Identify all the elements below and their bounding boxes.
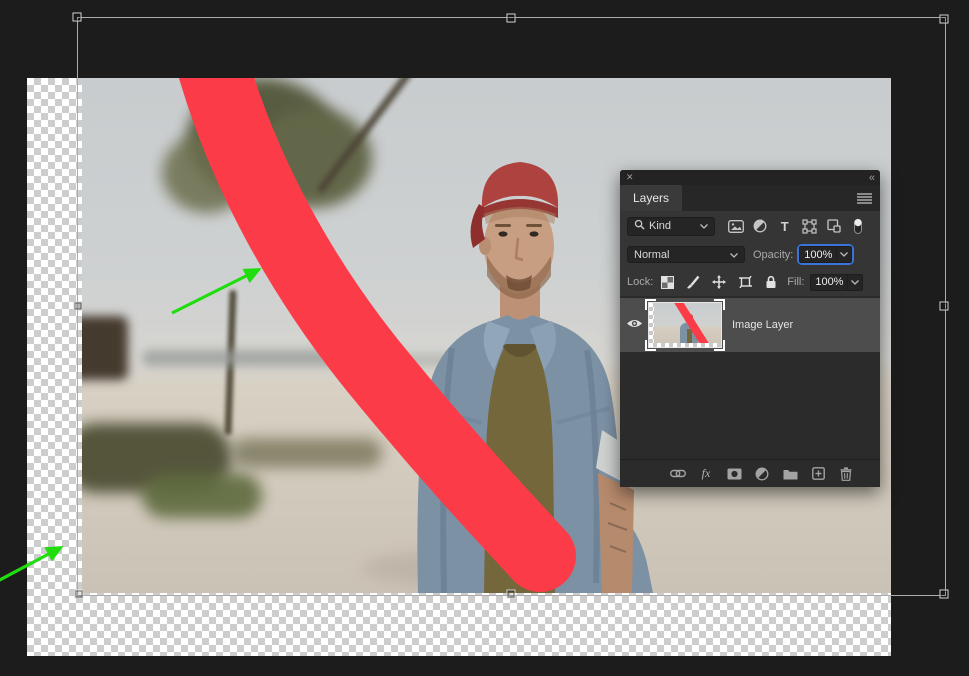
- panel-menu-icon[interactable]: [849, 185, 880, 211]
- selection-bracket: [645, 299, 656, 310]
- lock-artboard-nesting-icon[interactable]: [737, 274, 753, 290]
- transform-handle-top-middle[interactable]: [507, 14, 516, 23]
- tab-layers-label: Layers: [633, 191, 669, 205]
- fill-dropdown-button[interactable]: [848, 274, 863, 291]
- transform-handle-bottom-right[interactable]: [940, 590, 949, 599]
- filter-type-layers-icon[interactable]: T: [775, 216, 795, 236]
- layer-visibility-toggle[interactable]: [620, 318, 648, 332]
- lock-button-group: [659, 274, 779, 290]
- link-layers-icon[interactable]: [670, 466, 686, 482]
- filter-row: Kind T: [620, 211, 880, 241]
- layer-thumbnail-photo: [654, 303, 721, 343]
- transform-handle-right-middle[interactable]: [940, 302, 949, 311]
- tab-layers[interactable]: Layers: [620, 185, 682, 211]
- fill-value: 100%: [815, 276, 843, 288]
- new-group-folder-icon[interactable]: [782, 466, 798, 482]
- blend-mode-value: Normal: [634, 249, 669, 261]
- new-adjustment-layer-icon[interactable]: [754, 466, 770, 482]
- chevron-down-icon: [730, 249, 738, 261]
- filter-kind-label: Kind: [649, 220, 671, 232]
- layer-row-image-layer[interactable]: Image Layer: [620, 298, 880, 352]
- transform-handle-left-middle[interactable]: [74, 302, 83, 311]
- eye-icon: [626, 318, 643, 332]
- selection-bracket: [645, 340, 656, 351]
- selection-bracket: [714, 299, 725, 310]
- opacity-dropdown-button[interactable]: [837, 246, 852, 263]
- blend-row: Normal Opacity: 100%: [620, 241, 880, 268]
- transform-handle-top-right[interactable]: [940, 15, 949, 24]
- filter-shape-layers-icon[interactable]: [799, 216, 819, 236]
- selection-bracket: [714, 340, 725, 351]
- fill-input[interactable]: 100%: [810, 274, 848, 291]
- fill-group: Fill: 100%: [779, 272, 865, 293]
- layer-effects-icon[interactable]: fx: [698, 466, 714, 482]
- layer-name[interactable]: Image Layer: [732, 319, 793, 331]
- new-layer-icon[interactable]: [810, 466, 826, 482]
- filter-kind-dropdown[interactable]: Kind: [627, 217, 715, 236]
- transform-handle-bottom-left[interactable]: [75, 590, 84, 599]
- lock-transparent-pixels-icon[interactable]: [659, 274, 675, 290]
- lock-all-icon[interactable]: [763, 274, 779, 290]
- lock-image-pixels-icon[interactable]: [685, 274, 701, 290]
- opacity-label: Opacity:: [753, 249, 793, 261]
- panel-footer-toolbar: fx: [620, 459, 880, 487]
- fill-field-group: 100%: [808, 272, 865, 293]
- lock-row: Lock:: [620, 268, 880, 296]
- panel-title-bar: ✕ «: [620, 170, 880, 185]
- delete-layer-trash-icon[interactable]: [838, 466, 854, 482]
- opacity-input[interactable]: 100%: [799, 246, 837, 263]
- lock-label: Lock:: [627, 276, 653, 288]
- add-layer-mask-icon[interactable]: [726, 466, 742, 482]
- filter-smart-objects-icon[interactable]: [824, 216, 844, 236]
- panel-tab-bar: Layers: [620, 185, 880, 211]
- lock-position-icon[interactable]: [711, 274, 727, 290]
- opacity-field-group: 100%: [797, 244, 854, 265]
- transform-handle-top-left[interactable]: [73, 13, 82, 22]
- filter-icon-group: T: [721, 216, 873, 236]
- fill-label: Fill:: [787, 276, 804, 288]
- layers-panel: ✕ « Layers Kind: [620, 170, 880, 487]
- filter-adjustment-layers-icon[interactable]: [750, 216, 770, 236]
- panel-body: Kind T: [620, 211, 880, 487]
- search-icon: [634, 219, 645, 233]
- transform-handle-bottom-middle[interactable]: [507, 590, 516, 599]
- chevron-down-icon: [700, 220, 708, 232]
- layer-list: Image Layer: [620, 296, 880, 459]
- close-icon[interactable]: ✕: [626, 173, 634, 182]
- filter-pixel-layers-icon[interactable]: [726, 216, 746, 236]
- blend-mode-dropdown[interactable]: Normal: [627, 246, 745, 263]
- opacity-value: 100%: [804, 249, 832, 261]
- layer-thumbnail[interactable]: [648, 302, 722, 348]
- photoshop-workspace: ✕ « Layers Kind: [0, 0, 969, 676]
- filter-toggle-icon[interactable]: [848, 216, 868, 236]
- collapse-panel-icon[interactable]: «: [869, 172, 874, 184]
